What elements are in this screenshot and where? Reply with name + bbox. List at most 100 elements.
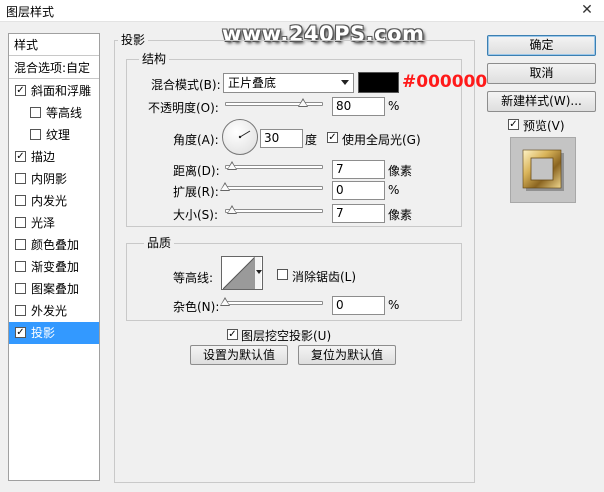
spread-label: 扩展(R): [173, 185, 219, 199]
spread-unit: % [388, 183, 400, 197]
style-item-checkbox[interactable] [15, 195, 26, 206]
noise-slider-thumb[interactable] [220, 297, 230, 306]
knockout-checkbox[interactable]: ✓ [227, 329, 238, 340]
spread-input[interactable]: 0 [332, 181, 385, 200]
angle-input[interactable]: 30 [260, 129, 303, 148]
global-light-label: 使用全局光(G) [342, 133, 421, 147]
distance-input[interactable]: 7 [332, 160, 385, 179]
angle-dial-needle [238, 130, 251, 139]
make-default-button[interactable]: 设置为默认值 [190, 345, 288, 365]
blend-options-label: 混合选项:自定 [14, 61, 91, 75]
reset-default-button[interactable]: 复位为默认值 [298, 345, 396, 365]
contour-picker[interactable] [221, 256, 263, 290]
style-item[interactable]: 颜色叠加 [9, 234, 99, 256]
style-item[interactable]: ✓ 投影 [9, 322, 99, 344]
opacity-input[interactable]: 80 [332, 97, 385, 116]
style-item-label: 斜面和浮雕 [31, 84, 92, 98]
cancel-button[interactable]: 取消 [487, 63, 596, 84]
chevron-down-icon [256, 270, 262, 274]
noise-unit: % [388, 298, 400, 312]
style-item-label: 描边 [31, 150, 56, 164]
new-style-button[interactable]: 新建样式(W)... [487, 91, 596, 112]
style-item-checkbox[interactable] [15, 305, 26, 316]
style-item[interactable]: 外发光 [9, 300, 99, 322]
style-item-label: 纹理 [46, 128, 71, 142]
title-bar: 图层样式 ✕ [0, 0, 604, 22]
angle-unit: 度 [305, 133, 318, 147]
opacity-label: 不透明度(O): [148, 101, 219, 115]
style-item-label: 投影 [31, 326, 56, 340]
style-item[interactable]: 内发光 [9, 190, 99, 212]
styles-header-label: 样式 [14, 38, 39, 52]
style-item-label: 等高线 [46, 106, 83, 120]
style-item-checkbox[interactable]: ✓ [15, 151, 26, 162]
size-label: 大小(S): [173, 208, 219, 222]
style-item-checkbox[interactable] [15, 173, 26, 184]
style-item-label: 内阴影 [31, 172, 68, 186]
contour-dropdown[interactable] [254, 257, 262, 289]
spread-slider-track[interactable] [225, 186, 323, 190]
noise-input[interactable]: 0 [332, 296, 385, 315]
opacity-slider-track[interactable] [225, 102, 323, 106]
distance-label: 距离(D): [173, 164, 220, 178]
style-item[interactable]: 等高线 [9, 102, 99, 124]
angle-label: 角度(A): [173, 133, 219, 147]
chevron-down-icon [341, 80, 349, 85]
style-item-checkbox[interactable] [15, 239, 26, 250]
contour-linear-icon [223, 257, 255, 289]
global-light-checkbox[interactable]: ✓ [327, 132, 338, 143]
style-item-checkbox[interactable] [15, 283, 26, 294]
size-unit: 像素 [388, 208, 413, 222]
style-item-checkbox[interactable]: ✓ [15, 85, 26, 96]
close-icon[interactable]: ✕ [576, 1, 598, 19]
styles-header[interactable]: 样式 [9, 34, 99, 56]
contour-label: 等高线: [173, 271, 214, 285]
opacity-unit: % [388, 99, 400, 113]
distance-unit: 像素 [388, 164, 413, 178]
anti-alias-label: 消除锯齿(L) [292, 270, 357, 284]
style-item[interactable]: 纹理 [9, 124, 99, 146]
size-slider-thumb[interactable] [227, 205, 237, 214]
opacity-slider-thumb[interactable] [298, 98, 308, 107]
spread-slider-thumb[interactable] [220, 182, 230, 191]
style-item-label: 图案叠加 [31, 282, 80, 296]
knockout-label: 图层挖空投影(U) [241, 329, 332, 343]
style-item-label: 光泽 [31, 216, 56, 230]
gold-frame-preview-icon [522, 149, 564, 191]
color-hex-annotation: #000000 [402, 72, 488, 92]
anti-alias-checkbox[interactable] [277, 269, 288, 280]
style-item-checkbox[interactable] [15, 261, 26, 272]
window-title: 图层样式 [6, 5, 55, 19]
preview-checkbox[interactable]: ✓ [508, 119, 519, 130]
blend-mode-select[interactable]: 正片叠底 [223, 73, 354, 93]
style-item-checkbox[interactable] [15, 217, 26, 228]
noise-slider-track[interactable] [225, 301, 323, 305]
styles-list: 样式 混合选项:自定 ✓ 斜面和浮雕等高线纹理 ✓ 描边内阴影内发光光泽颜色叠加渐变叠… [8, 33, 100, 481]
distance-slider-track[interactable] [225, 165, 323, 169]
style-item[interactable]: 内阴影 [9, 168, 99, 190]
style-item[interactable]: 渐变叠加 [9, 256, 99, 278]
style-preview [510, 137, 576, 203]
blend-mode-label: 混合模式(B): [151, 78, 221, 92]
style-item-label: 颜色叠加 [31, 238, 80, 252]
blend-options-item[interactable]: 混合选项:自定 [9, 57, 99, 79]
style-item-label: 内发光 [31, 194, 68, 208]
style-item[interactable]: 光泽 [9, 212, 99, 234]
style-item-checkbox[interactable] [30, 129, 41, 140]
shadow-color-swatch[interactable] [358, 72, 399, 93]
angle-dial[interactable] [222, 119, 258, 155]
drop-shadow-title: 投影 [118, 33, 149, 47]
style-item-checkbox[interactable]: ✓ [15, 327, 26, 338]
size-input[interactable]: 7 [332, 204, 385, 223]
size-slider-track[interactable] [225, 209, 323, 213]
style-item-checkbox[interactable] [30, 107, 41, 118]
style-item[interactable]: 图案叠加 [9, 278, 99, 300]
preview-label: 预览(V) [523, 119, 565, 133]
distance-slider-thumb[interactable] [227, 161, 237, 170]
blend-mode-value: 正片叠底 [228, 76, 277, 90]
structure-title: 结构 [139, 52, 170, 66]
style-item[interactable]: ✓ 斜面和浮雕 [9, 80, 99, 102]
style-item[interactable]: ✓ 描边 [9, 146, 99, 168]
ok-button[interactable]: 确定 [487, 35, 596, 56]
style-item-label: 外发光 [31, 304, 68, 318]
